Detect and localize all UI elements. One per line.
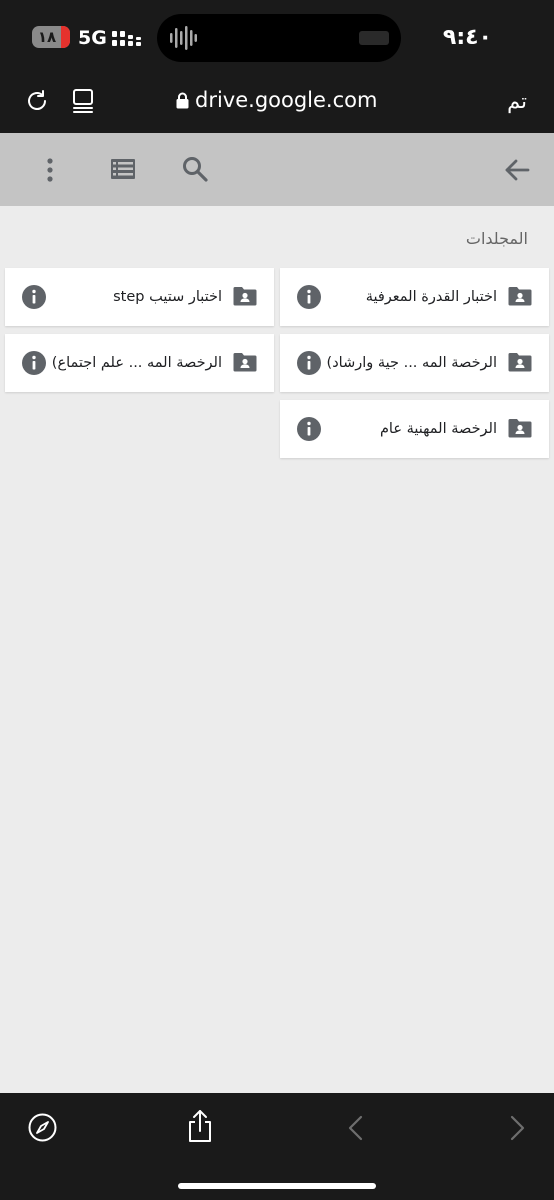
lock-icon bbox=[176, 92, 189, 108]
chevron-left-icon[interactable] bbox=[346, 1115, 364, 1141]
tabs-icon[interactable] bbox=[71, 88, 95, 114]
battery-level: ١٨ bbox=[37, 28, 57, 46]
folder-name: الرخصة المهنية عام bbox=[379, 421, 497, 437]
address-bar[interactable]: drive.google.com bbox=[176, 85, 377, 115]
info-icon[interactable] bbox=[297, 285, 321, 309]
home-indicator[interactable] bbox=[178, 1183, 376, 1189]
shared-folder-icon bbox=[508, 419, 532, 438]
shared-folder-icon bbox=[233, 287, 257, 306]
info-icon[interactable] bbox=[297, 351, 321, 375]
folder-name: اختبار ستيب step bbox=[113, 289, 222, 305]
info-icon[interactable] bbox=[22, 285, 46, 309]
folders-section-title: المجلدات bbox=[465, 229, 528, 248]
info-icon[interactable] bbox=[22, 351, 46, 375]
folder-name: الرخصة المه ... علم اجتماع) bbox=[51, 355, 222, 371]
audio-wave-icon bbox=[170, 26, 197, 50]
shared-folder-icon bbox=[233, 353, 257, 372]
shared-folder-icon bbox=[508, 287, 532, 306]
reload-icon[interactable] bbox=[25, 89, 49, 113]
browser-toolbar: drive.google.com تم bbox=[0, 72, 554, 133]
list-view-icon[interactable] bbox=[110, 157, 136, 181]
share-icon[interactable] bbox=[187, 1109, 213, 1143]
folder-item[interactable]: الرخصة المهنية عام bbox=[280, 400, 549, 458]
folder-name: اختبار القدرة المعرفية bbox=[365, 289, 497, 305]
drive-toolbar bbox=[0, 133, 554, 206]
compass-icon[interactable] bbox=[28, 1113, 57, 1142]
folder-item[interactable]: اختبار ستيب step bbox=[5, 268, 274, 326]
info-icon[interactable] bbox=[297, 417, 321, 441]
signal-icon bbox=[112, 31, 141, 46]
url-text: drive.google.com bbox=[195, 88, 378, 112]
shared-folder-icon bbox=[508, 353, 532, 372]
folder-name: الرخصة المه ... جية وارشاد) bbox=[326, 355, 497, 371]
search-icon[interactable] bbox=[181, 155, 209, 183]
dynamic-island bbox=[157, 14, 401, 62]
status-bar: ١٨ 5G ٩:٤٠ bbox=[0, 0, 554, 72]
done-button[interactable]: تم bbox=[507, 87, 527, 115]
back-arrow-icon[interactable] bbox=[503, 156, 531, 184]
clock: ٩:٤٠ bbox=[442, 25, 492, 50]
browser-bottom-bar bbox=[0, 1093, 554, 1200]
more-icon[interactable] bbox=[38, 155, 62, 185]
battery-indicator: ١٨ bbox=[32, 26, 70, 48]
chevron-right-icon[interactable] bbox=[509, 1115, 527, 1141]
folder-item[interactable]: اختبار القدرة المعرفية bbox=[280, 268, 549, 326]
battery-fill bbox=[61, 26, 70, 48]
folder-item[interactable]: الرخصة المه ... جية وارشاد) bbox=[280, 334, 549, 392]
network-type: 5G bbox=[78, 27, 107, 49]
now-playing-artwork bbox=[359, 31, 389, 45]
folder-item[interactable]: الرخصة المه ... علم اجتماع) bbox=[5, 334, 274, 392]
